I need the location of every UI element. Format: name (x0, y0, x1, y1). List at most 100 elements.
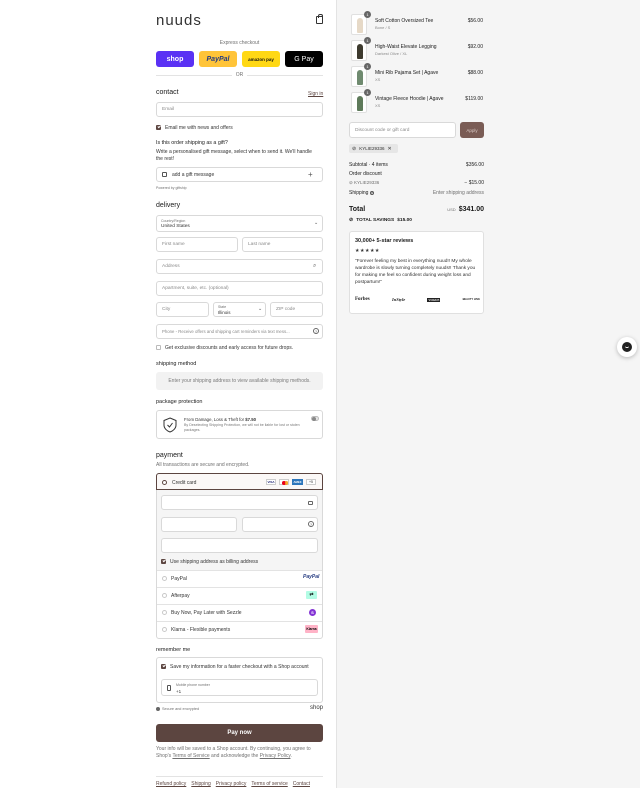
cart-bag-icon[interactable] (316, 14, 323, 24)
total-amount: USD $341.00 (434, 206, 484, 213)
payment-heading: payment (156, 452, 183, 459)
chevron-down-icon: ⌄ (314, 220, 319, 226)
shop-pay-button[interactable]: shop (156, 51, 194, 67)
security-code-input[interactable]: ? (242, 517, 318, 532)
brand-logo[interactable]: nuuds (156, 12, 202, 29)
giftship-powered: Powered by giftship (156, 186, 187, 190)
save-info-checkbox[interactable] (161, 664, 166, 669)
city-placeholder: City (162, 307, 171, 312)
package-protection-box[interactable]: From Damage, Loss & Theft for $7.50 By D… (156, 410, 323, 439)
paypal-button[interactable]: PayPal (199, 51, 237, 67)
mastercard-icon (279, 479, 289, 485)
amazon-pay-button[interactable]: amazon pay (242, 51, 280, 67)
address-input[interactable]: Address ⌕ (156, 259, 323, 274)
sms-optin-checkbox[interactable] (156, 345, 161, 350)
amazon-pay-label: amazon pay (248, 56, 274, 62)
discount-chip: ⊘ KYLIE29336 ✕ (349, 144, 398, 153)
contact-heading: contact (156, 89, 179, 96)
shipping-method-placeholder: Enter your shipping address to view avai… (156, 372, 323, 390)
chat-launcher-button[interactable] (617, 337, 637, 357)
discount-chip-code: KYLIE29336 (359, 146, 385, 151)
divider-left (156, 75, 232, 76)
shipping-value: Enter shipping address (432, 190, 484, 196)
google-pay-label: G Pay (294, 55, 314, 63)
mobile-phone-input[interactable]: Mobile phone number +1 (161, 679, 318, 696)
klarna-option[interactable]: Klarna - Flexible payments Klarna (157, 621, 322, 638)
discount-code-input[interactable]: Discount code or gift card (349, 122, 456, 138)
security-code-help-icon[interactable]: ? (308, 521, 314, 527)
product-price: $88.00 (467, 70, 483, 76)
chat-icon (622, 342, 632, 352)
shield-icon (163, 417, 177, 433)
credit-card-radio[interactable] (162, 479, 167, 485)
contact-link[interactable]: Contact (293, 781, 310, 787)
order-discount-value: − $15.00 (464, 180, 484, 186)
credit-card-option[interactable]: Credit card VISA AMEX +5 (156, 473, 323, 490)
discount-placeholder: Discount code or gift card (355, 127, 410, 133)
legal-mid: and acknowledge the (209, 753, 260, 759)
pay-now-button[interactable]: Pay now (156, 724, 323, 742)
privacy-policy-link[interactable]: Privacy policy (216, 781, 247, 787)
name-on-card-input[interactable] (161, 538, 318, 553)
afterpay-radio[interactable] (162, 593, 167, 598)
apartment-input[interactable]: Apartment, suite, etc. (optional) (156, 281, 323, 296)
state-value: Illinois (218, 309, 231, 315)
sign-in-link[interactable]: Sign in (308, 91, 323, 97)
quantity-badge: 1 (364, 63, 371, 70)
sezzle-radio[interactable] (162, 610, 167, 615)
privacy-link[interactable]: Privacy Policy (260, 753, 291, 759)
lock-icon (308, 501, 313, 505)
apply-button[interactable]: Apply (460, 122, 484, 138)
shipping-link[interactable]: Shipping (191, 781, 210, 787)
add-gift-message-button[interactable]: add a gift message + (156, 167, 323, 182)
card-number-input[interactable] (161, 495, 318, 510)
paypal-radio[interactable] (162, 576, 167, 581)
use-shipping-checkbox[interactable] (161, 559, 166, 564)
state-chevron-icon: ⌄ (258, 306, 263, 312)
expiration-input[interactable] (161, 517, 237, 532)
or-separator: OR (235, 72, 244, 78)
refund-policy-link[interactable]: Refund policy (156, 781, 186, 787)
email-input[interactable]: Email (156, 102, 323, 117)
newsletter-checkbox[interactable] (156, 125, 161, 130)
save-info-label: Save my information for a faster checkou… (170, 663, 309, 670)
terms-link[interactable]: Terms of Service (172, 753, 209, 759)
paypal-label: PayPal (206, 55, 230, 63)
subtotal-value: $356.00 (465, 162, 484, 168)
sezzle-option[interactable]: Buy Now, Pay Later with Sezzle S (157, 604, 322, 621)
zip-input[interactable]: ZIP code (270, 302, 323, 317)
phone-input[interactable]: Phone - Receive offers and shipping cart… (156, 324, 323, 339)
quantity-badge: 1 (364, 89, 371, 96)
terms-of-service-link[interactable]: Terms of service (251, 781, 287, 787)
protection-toggle[interactable] (311, 416, 319, 421)
country-select[interactable]: Country/Region United States ⌄ (156, 215, 323, 232)
city-input[interactable]: City (156, 302, 209, 317)
legal-post: . (290, 753, 292, 759)
total-value: $341.00 (458, 206, 484, 213)
shipping-help-icon[interactable]: ? (369, 191, 374, 195)
credit-card-label: Credit card (172, 479, 197, 486)
remove-discount-icon[interactable]: ✕ (387, 146, 391, 152)
sms-optin-label: Get exclusive discounts and early access… (165, 344, 294, 351)
package-protection-heading: package protection (156, 399, 203, 405)
state-select[interactable]: State Illinois ⌄ (213, 302, 266, 317)
savings-value: $15.00 (397, 217, 412, 223)
forbes-logo: Forbes (355, 297, 370, 302)
first-name-input[interactable]: First name (156, 237, 238, 252)
phone-placeholder: Phone - Receive offers and shipping cart… (162, 329, 290, 334)
product-variant: XS (375, 77, 381, 82)
help-icon[interactable]: ? (313, 328, 319, 334)
klarna-option-label: Klarna - Flexible payments (171, 626, 231, 633)
afterpay-option[interactable]: Afterpay ⇄ (157, 587, 322, 604)
product-name: Soft Cotton Oversized Tee (375, 18, 434, 24)
google-pay-button[interactable]: G Pay (285, 51, 323, 67)
paypal-option[interactable]: PayPal PayPal (157, 570, 322, 587)
shipping-row: Shipping ? (349, 190, 374, 196)
newsletter-label: Email me with news and offers (165, 124, 233, 131)
last-name-input[interactable]: Last name (242, 237, 323, 252)
country-value: United States (161, 224, 190, 229)
delivery-heading: delivery (156, 202, 181, 209)
product-price: $56.00 (467, 18, 483, 24)
gift-add-label: add a gift message (172, 172, 215, 178)
klarna-radio[interactable] (162, 627, 167, 632)
